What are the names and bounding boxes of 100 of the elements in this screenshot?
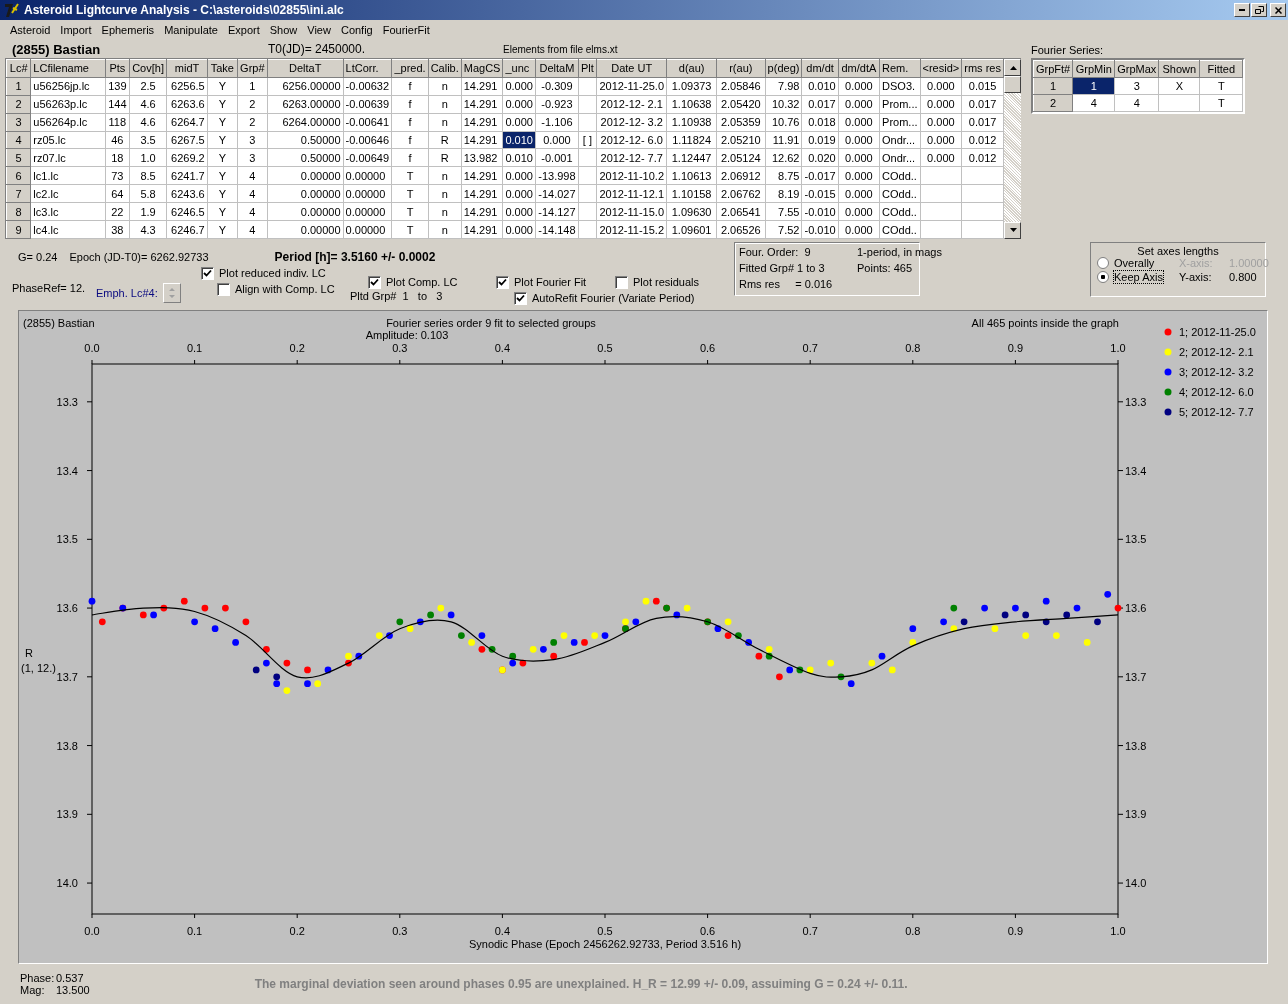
menu-item[interactable]: FourierFit [377, 24, 435, 36]
column-header[interactable]: dm/dtA [838, 59, 880, 78]
tick-mark [912, 913, 914, 919]
tick-label: 0.3 [392, 925, 408, 937]
legend-label: 5; 2012-12- 7.7 [1179, 406, 1254, 418]
spin-button[interactable] [162, 282, 181, 303]
column-header[interactable]: Rem. [879, 59, 920, 78]
table-cell: 4.6 [129, 113, 167, 132]
column-header[interactable]: LCfilename [30, 59, 106, 78]
table-cell: 0.000 [838, 95, 880, 114]
tick-mark [86, 607, 93, 609]
column-header[interactable]: Calib. [428, 59, 462, 78]
table-cell: u56256jp.lc [30, 77, 106, 96]
tick-label: 0.0 [84, 342, 100, 354]
tick-mark [86, 813, 93, 815]
axis-value: 1.00000 [1229, 257, 1269, 269]
column-header[interactable]: Fitted [1199, 60, 1243, 78]
table-cell: 0.00000 [343, 220, 392, 239]
table-cell: n [428, 113, 462, 132]
tick-label: 0.9 [1007, 925, 1024, 937]
tick-mark [296, 359, 298, 365]
column-header[interactable]: <resid> [920, 59, 962, 78]
radio-button[interactable] [1097, 271, 1109, 283]
table-cell: 2012-12- 6.0 [596, 131, 667, 149]
table-cell: -0.00649 [343, 148, 392, 167]
scroll-thumb[interactable] [1004, 76, 1021, 93]
column-header[interactable]: Cov[h] [129, 59, 167, 78]
menu-item[interactable]: View [302, 24, 336, 36]
column-header[interactable]: rms res [961, 59, 1004, 78]
column-header[interactable]: midT [166, 59, 208, 78]
checkbox[interactable] [368, 275, 381, 289]
tick-mark [1117, 745, 1124, 747]
tick-label: 13.9 [1125, 808, 1147, 821]
column-header[interactable]: r(au) [716, 59, 766, 78]
minimize-button[interactable] [1234, 3, 1250, 17]
checkbox[interactable] [514, 291, 527, 305]
column-header[interactable]: GrpFt# [1033, 60, 1073, 78]
table-cell: 1.10938 [666, 113, 717, 132]
table-cell: 38 [105, 220, 130, 239]
column-header[interactable]: Date UT [596, 59, 667, 78]
tick-label: 0.7 [802, 925, 818, 937]
tick-mark [86, 745, 93, 747]
table-cell: lc3.lc [30, 202, 106, 221]
menu-item[interactable]: Config [335, 24, 378, 36]
column-header[interactable]: MagCS [461, 59, 503, 78]
table-cell: -0.00639 [343, 95, 392, 114]
column-header[interactable]: dm/dt [802, 59, 839, 78]
table-cell: 0.012 [961, 131, 1004, 149]
close-button[interactable] [1270, 3, 1286, 17]
table-cell: R [428, 131, 462, 149]
table-cell: n [428, 95, 462, 114]
menu-item[interactable]: Show [264, 24, 303, 36]
column-header[interactable]: p(deg) [765, 59, 802, 78]
scroll-down-button[interactable] [1004, 222, 1021, 239]
scroll-up-button[interactable] [1004, 59, 1021, 76]
radio-button[interactable] [1097, 257, 1109, 269]
column-header[interactable]: Pts [105, 59, 130, 78]
table-cell: 0.010 [802, 77, 839, 96]
table-cell: 1.0 [129, 148, 167, 167]
column-header[interactable]: _unc [502, 59, 536, 78]
tick-mark [1014, 359, 1016, 365]
restore-button[interactable] [1251, 3, 1267, 17]
column-header[interactable]: GrpMin [1072, 60, 1115, 78]
scrollbar[interactable] [1004, 59, 1021, 239]
window-title: Asteroid Lightcurve Analysis - C:\asteroids\02855\ini.alc [24, 3, 344, 17]
checkbox[interactable] [201, 266, 214, 280]
table-cell: 2 [237, 113, 268, 132]
checkbox-label: Align with Comp. LC [235, 283, 335, 295]
table-cell: n [428, 184, 462, 203]
column-header[interactable]: d(au) [666, 59, 717, 78]
menu-item[interactable]: Manipulate [159, 24, 223, 36]
checkbox[interactable] [496, 275, 509, 289]
tick-label: 0.0 [84, 925, 100, 937]
status-message: The marginal deviation seen around phases 0.95 are unexplained. H_R = 12.99 +/- 0.09, assuiming G = 0.24 +/- 0.11. [254, 977, 908, 991]
column-header[interactable]: DeltaM [535, 59, 579, 78]
menu-item[interactable]: Ephemeris [96, 24, 160, 36]
column-header[interactable]: Take [207, 59, 238, 78]
table-cell: 12.62 [765, 148, 802, 167]
column-header[interactable]: LtCorr. [343, 59, 392, 78]
tick-mark [707, 359, 709, 365]
column-header[interactable]: _pred. [391, 59, 429, 78]
table-cell: 0.000 [838, 77, 880, 96]
table-cell: COdd.. [879, 202, 920, 221]
checkbox[interactable] [615, 275, 628, 289]
column-header[interactable]: DeltaT [267, 59, 344, 78]
table-cell: T [391, 184, 429, 203]
menu-item[interactable]: Export [222, 24, 265, 36]
menu-item[interactable]: Import [55, 24, 97, 36]
checkbox[interactable] [217, 282, 230, 296]
column-header[interactable]: GrpMax [1114, 60, 1159, 78]
table-cell: lc4.lc [30, 220, 106, 239]
group-title: Set axes lengths [1136, 245, 1220, 257]
table-cell: 2.06541 [716, 202, 766, 221]
column-header[interactable]: Shown [1158, 60, 1200, 78]
menu-item[interactable]: Asteroid [5, 24, 56, 36]
column-header[interactable]: Lc# [6, 59, 31, 78]
close-icon [1274, 6, 1282, 14]
tick-mark [1117, 470, 1124, 472]
column-header[interactable]: Grp# [237, 59, 268, 78]
tick-mark [91, 359, 93, 365]
